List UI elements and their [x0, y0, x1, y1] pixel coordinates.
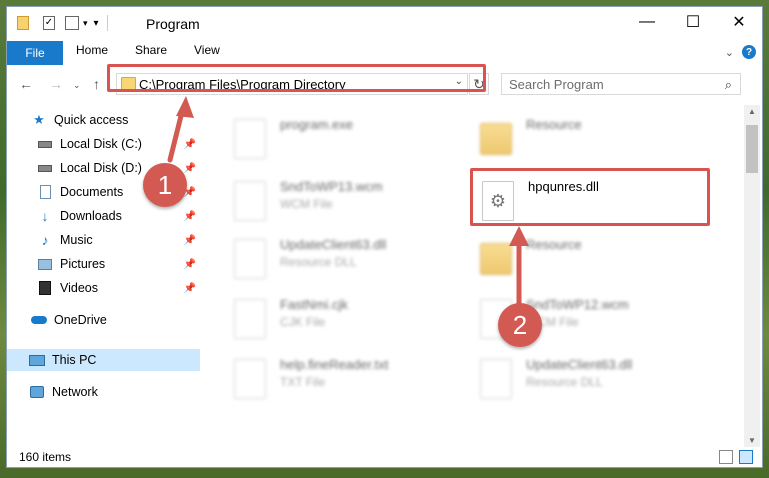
arrow-2-head [509, 226, 529, 246]
annotation-arrows [167, 96, 529, 311]
step-1-badge: 1 [143, 163, 187, 207]
step-2-badge: 2 [498, 303, 542, 347]
arrow-1-head [176, 96, 194, 118]
